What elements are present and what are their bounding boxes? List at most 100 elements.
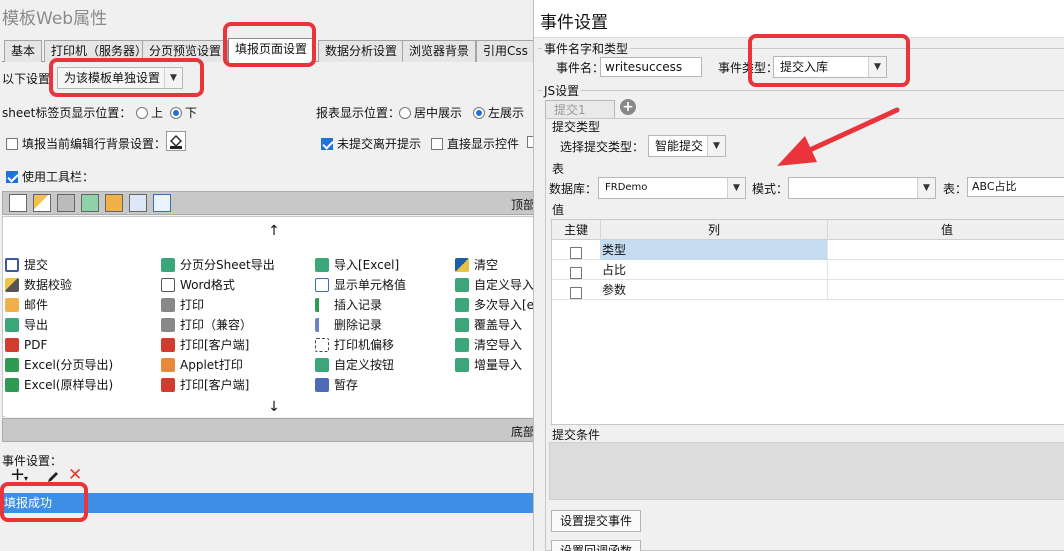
chevron-down-icon[interactable]: ▾: [24, 474, 28, 483]
table-row[interactable]: 类型: [552, 240, 1064, 260]
import-icon: [455, 298, 469, 312]
toolbar-item-delete-record[interactable]: 删除记录: [315, 315, 382, 335]
toolbar-item-sheet-export[interactable]: 分页分Sheet导出: [161, 255, 275, 275]
toolbar-item-custom-button[interactable]: 自定义按钮: [315, 355, 394, 375]
move-up-arrow-icon[interactable]: ↑: [5, 221, 540, 241]
tab-browser-background[interactable]: 浏览器背景: [402, 40, 477, 62]
radio-sheet-top[interactable]: 上: [136, 104, 163, 121]
toolbar-item-mail[interactable]: 邮件: [5, 295, 48, 315]
tab-fill-page-settings[interactable]: 填报页面设置: [228, 38, 315, 63]
toolbar-item-custom-import[interactable]: 自定义导入[: [455, 275, 539, 295]
set-callback-button[interactable]: 设置回调函数: [551, 540, 642, 551]
event-type-select[interactable]: 提交入库 ▼: [773, 56, 887, 78]
schema-select[interactable]: ▼: [788, 177, 936, 199]
toolbar-item-excel-page[interactable]: Excel(分页导出): [5, 355, 113, 375]
radio-selected-icon: [473, 107, 485, 119]
event-type-value: 提交入库: [780, 60, 829, 74]
toolbar-item-printer-offset[interactable]: 打印机偏移: [315, 335, 394, 355]
move-down-arrow-icon[interactable]: ↓: [5, 397, 540, 417]
toolbar-item-insert-record[interactable]: 插入记录: [315, 295, 382, 315]
checkbox-icon: [570, 247, 582, 259]
mail-icon[interactable]: [105, 194, 123, 212]
move-icon: [315, 338, 329, 352]
layout-icon[interactable]: [129, 194, 147, 212]
header-column[interactable]: 列: [600, 220, 827, 240]
fill-row-bg-checkbox[interactable]: 填报当前编辑行背景设置：: [6, 135, 166, 152]
column-cell[interactable]: 类型: [600, 240, 827, 260]
window-icon[interactable]: [153, 194, 171, 212]
primary-key-checkbox[interactable]: [570, 283, 586, 299]
toolbar-item-draft[interactable]: 暂存: [315, 375, 358, 395]
tab-printer-server[interactable]: 打印机（服务器）: [44, 40, 155, 62]
document-icon: [161, 258, 175, 272]
primary-key-checkbox[interactable]: [570, 263, 586, 279]
table-row[interactable]: 参数: [552, 280, 1064, 300]
toolbar-item-submit[interactable]: 提交: [5, 255, 48, 275]
column-cell[interactable]: 参数: [600, 280, 827, 300]
value-cell[interactable]: [827, 260, 1064, 280]
use-toolbar-checkbox[interactable]: 使用工具栏：: [6, 168, 94, 185]
pen-icon: [5, 278, 19, 292]
radio-report-center[interactable]: 居中展示: [399, 104, 462, 121]
submit-tab-1[interactable]: 提交1: [545, 100, 615, 118]
toolbar-item-applet-print[interactable]: Applet打印: [161, 355, 243, 375]
toolbar-item-excel-original[interactable]: Excel(原样导出): [5, 375, 113, 395]
toolbar-item-multi-import[interactable]: 多次导入[ex: [455, 295, 540, 315]
direct-show-checkbox[interactable]: 直接显示控件: [431, 135, 519, 152]
verify-icon[interactable]: [33, 194, 51, 212]
edit-pencil-icon[interactable]: [46, 470, 60, 484]
toolbar-item-export[interactable]: 导出: [5, 315, 48, 335]
database-select[interactable]: FRDemo ▼: [598, 177, 746, 199]
toolbar-item-print-client[interactable]: 打印[客户端]: [161, 335, 249, 355]
toolbar-item-print[interactable]: 打印: [161, 295, 204, 315]
submit-type-select[interactable]: 智能提交 ▼: [648, 135, 726, 157]
toolbar-item-clear-import[interactable]: 清空导入: [455, 335, 522, 355]
add-event-icon[interactable]: +: [10, 466, 25, 484]
print-icon[interactable]: [57, 194, 75, 212]
primary-key-checkbox[interactable]: [570, 243, 586, 259]
table-name-input[interactable]: ABC占比: [967, 177, 1064, 197]
event-list-item[interactable]: 填报成功: [2, 493, 540, 513]
radio-report-left[interactable]: 左展示: [473, 104, 524, 121]
toolbar-item-word[interactable]: Word格式: [161, 275, 235, 295]
event-name-input[interactable]: writesuccess: [600, 57, 702, 77]
table-header: 主键 列 值: [552, 220, 1064, 240]
toolbar-item-show-cell-value[interactable]: 显示单元格值: [315, 275, 406, 295]
toolbar-item-incremental-import[interactable]: 增量导入: [455, 355, 522, 375]
toolbar-item-clear[interactable]: 清空: [455, 255, 498, 275]
radio-sheet-bottom[interactable]: 下: [170, 104, 197, 121]
delete-icon[interactable]: ✕: [68, 466, 82, 484]
tab-reference-css[interactable]: 引用Css: [476, 40, 535, 62]
value-cell[interactable]: [827, 240, 1064, 260]
tab-data-analysis[interactable]: 数据分析设置: [318, 40, 405, 62]
table-row[interactable]: 占比: [552, 260, 1064, 280]
unsubmitted-leave-checkbox[interactable]: 未提交离开提示: [321, 135, 421, 152]
toolbar-item-print-client-2[interactable]: 打印[客户端]: [161, 375, 249, 395]
paint-bucket-icon[interactable]: [166, 131, 186, 151]
toolbar-item-pdf[interactable]: PDF: [5, 335, 47, 355]
value-cell[interactable]: [827, 280, 1064, 300]
toolbar-item-overwrite-import[interactable]: 覆盖导入: [455, 315, 522, 335]
add-tab-icon[interactable]: +: [620, 99, 636, 115]
printer-icon: [161, 298, 175, 312]
tab-page-preview[interactable]: 分页预览设置: [142, 40, 229, 62]
tab-basic[interactable]: 基本: [4, 40, 43, 62]
settings-select[interactable]: 为该模板单独设置 ▼: [57, 67, 183, 89]
bottom-toolbar-strip: 底部: [2, 418, 540, 442]
save-icon[interactable]: [9, 194, 27, 212]
printer-icon: [161, 318, 175, 332]
window-title: 模板Web属性: [2, 9, 108, 29]
header-primary-key[interactable]: 主键: [552, 220, 600, 240]
export-icon[interactable]: [81, 194, 99, 212]
submit-condition-area[interactable]: [549, 442, 1064, 500]
toolbar-item-verify[interactable]: 数据校验: [5, 275, 72, 295]
template-web-properties-window: 模板Web属性 基本 打印机（服务器） 分页预览设置 填报页面设置 数据分析设置…: [0, 0, 540, 551]
pdf-print-icon: [161, 378, 175, 392]
toolbar-item-import-excel[interactable]: 导入[Excel]: [315, 255, 399, 275]
header-value[interactable]: 值: [827, 220, 1064, 240]
column-cell[interactable]: 占比: [600, 260, 827, 280]
schema-label: 模式：: [752, 182, 789, 196]
set-submit-event-button[interactable]: 设置提交事件: [551, 510, 642, 532]
toolbar-item-print-compat[interactable]: 打印（兼容）: [161, 315, 252, 335]
settings-select-value: 为该模板单独设置: [64, 71, 161, 85]
